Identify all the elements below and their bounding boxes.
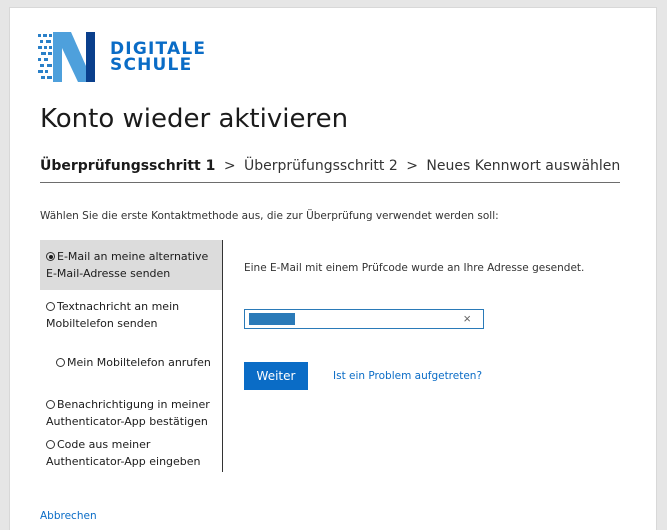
breadcrumb-step-2: Überprüfungsschritt 2	[244, 158, 398, 174]
brand-logo: DIGITALE SCHULE	[38, 32, 206, 82]
brand-line-2: SCHULE	[110, 55, 193, 75]
method-call[interactable]: Mein Mobiltelefon anrufen	[40, 354, 238, 371]
radio-icon[interactable]	[56, 358, 65, 367]
instruction-text: Wählen Sie die erste Kontaktmethode aus,…	[40, 210, 499, 222]
breadcrumb-step-1: Überprüfungsschritt 1	[40, 158, 216, 174]
brand-name: DIGITALE SCHULE	[110, 41, 206, 75]
problem-link[interactable]: Ist ein Problem aufgetreten?	[333, 370, 482, 382]
radio-icon[interactable]	[46, 302, 55, 311]
step-breadcrumb: Überprüfungsschritt 1 > Überprüfungsschr…	[40, 158, 620, 174]
verification-code-input[interactable]: ×	[244, 309, 484, 329]
method-label: Benachrichtigung in meiner Authenticator…	[46, 398, 210, 428]
method-label: Textnachricht an mein Mobiltelefon sende…	[46, 300, 180, 330]
redacted-value	[249, 313, 295, 325]
method-sms[interactable]: Textnachricht an mein Mobiltelefon sende…	[40, 298, 228, 332]
circuit-letter-n-logo-icon	[38, 32, 95, 82]
radio-selected-icon[interactable]	[46, 252, 55, 261]
method-label: E-Mail an meine alternative E-Mail-Adres…	[46, 250, 209, 280]
contact-method-list: E-Mail an meine alternative E-Mail-Adres…	[40, 240, 223, 472]
breadcrumb-separator: >	[223, 158, 236, 174]
page-title: Konto wieder aktivieren	[40, 104, 349, 134]
reset-page: DIGITALE SCHULE Konto wieder aktivieren …	[10, 8, 656, 530]
method-label: Code aus meiner Authenticator-App eingeb…	[46, 438, 201, 468]
method-app-notification[interactable]: Benachrichtigung in meiner Authenticator…	[40, 396, 228, 430]
radio-icon[interactable]	[46, 440, 55, 449]
status-message: Eine E-Mail mit einem Prüfcode wurde an …	[244, 262, 585, 274]
breadcrumb-step-3: Neues Kennwort auswählen	[426, 158, 621, 174]
clear-icon[interactable]: ×	[463, 311, 471, 326]
radio-icon[interactable]	[46, 400, 55, 409]
cancel-link[interactable]: Abbrechen	[40, 510, 97, 522]
header-divider	[40, 182, 620, 183]
method-app-code[interactable]: Code aus meiner Authenticator-App eingeb…	[40, 436, 228, 470]
method-email[interactable]: E-Mail an meine alternative E-Mail-Adres…	[40, 240, 222, 290]
next-button[interactable]: Weiter	[244, 362, 308, 390]
breadcrumb-separator: >	[406, 158, 418, 174]
method-label: Mein Mobiltelefon anrufen	[67, 356, 211, 369]
